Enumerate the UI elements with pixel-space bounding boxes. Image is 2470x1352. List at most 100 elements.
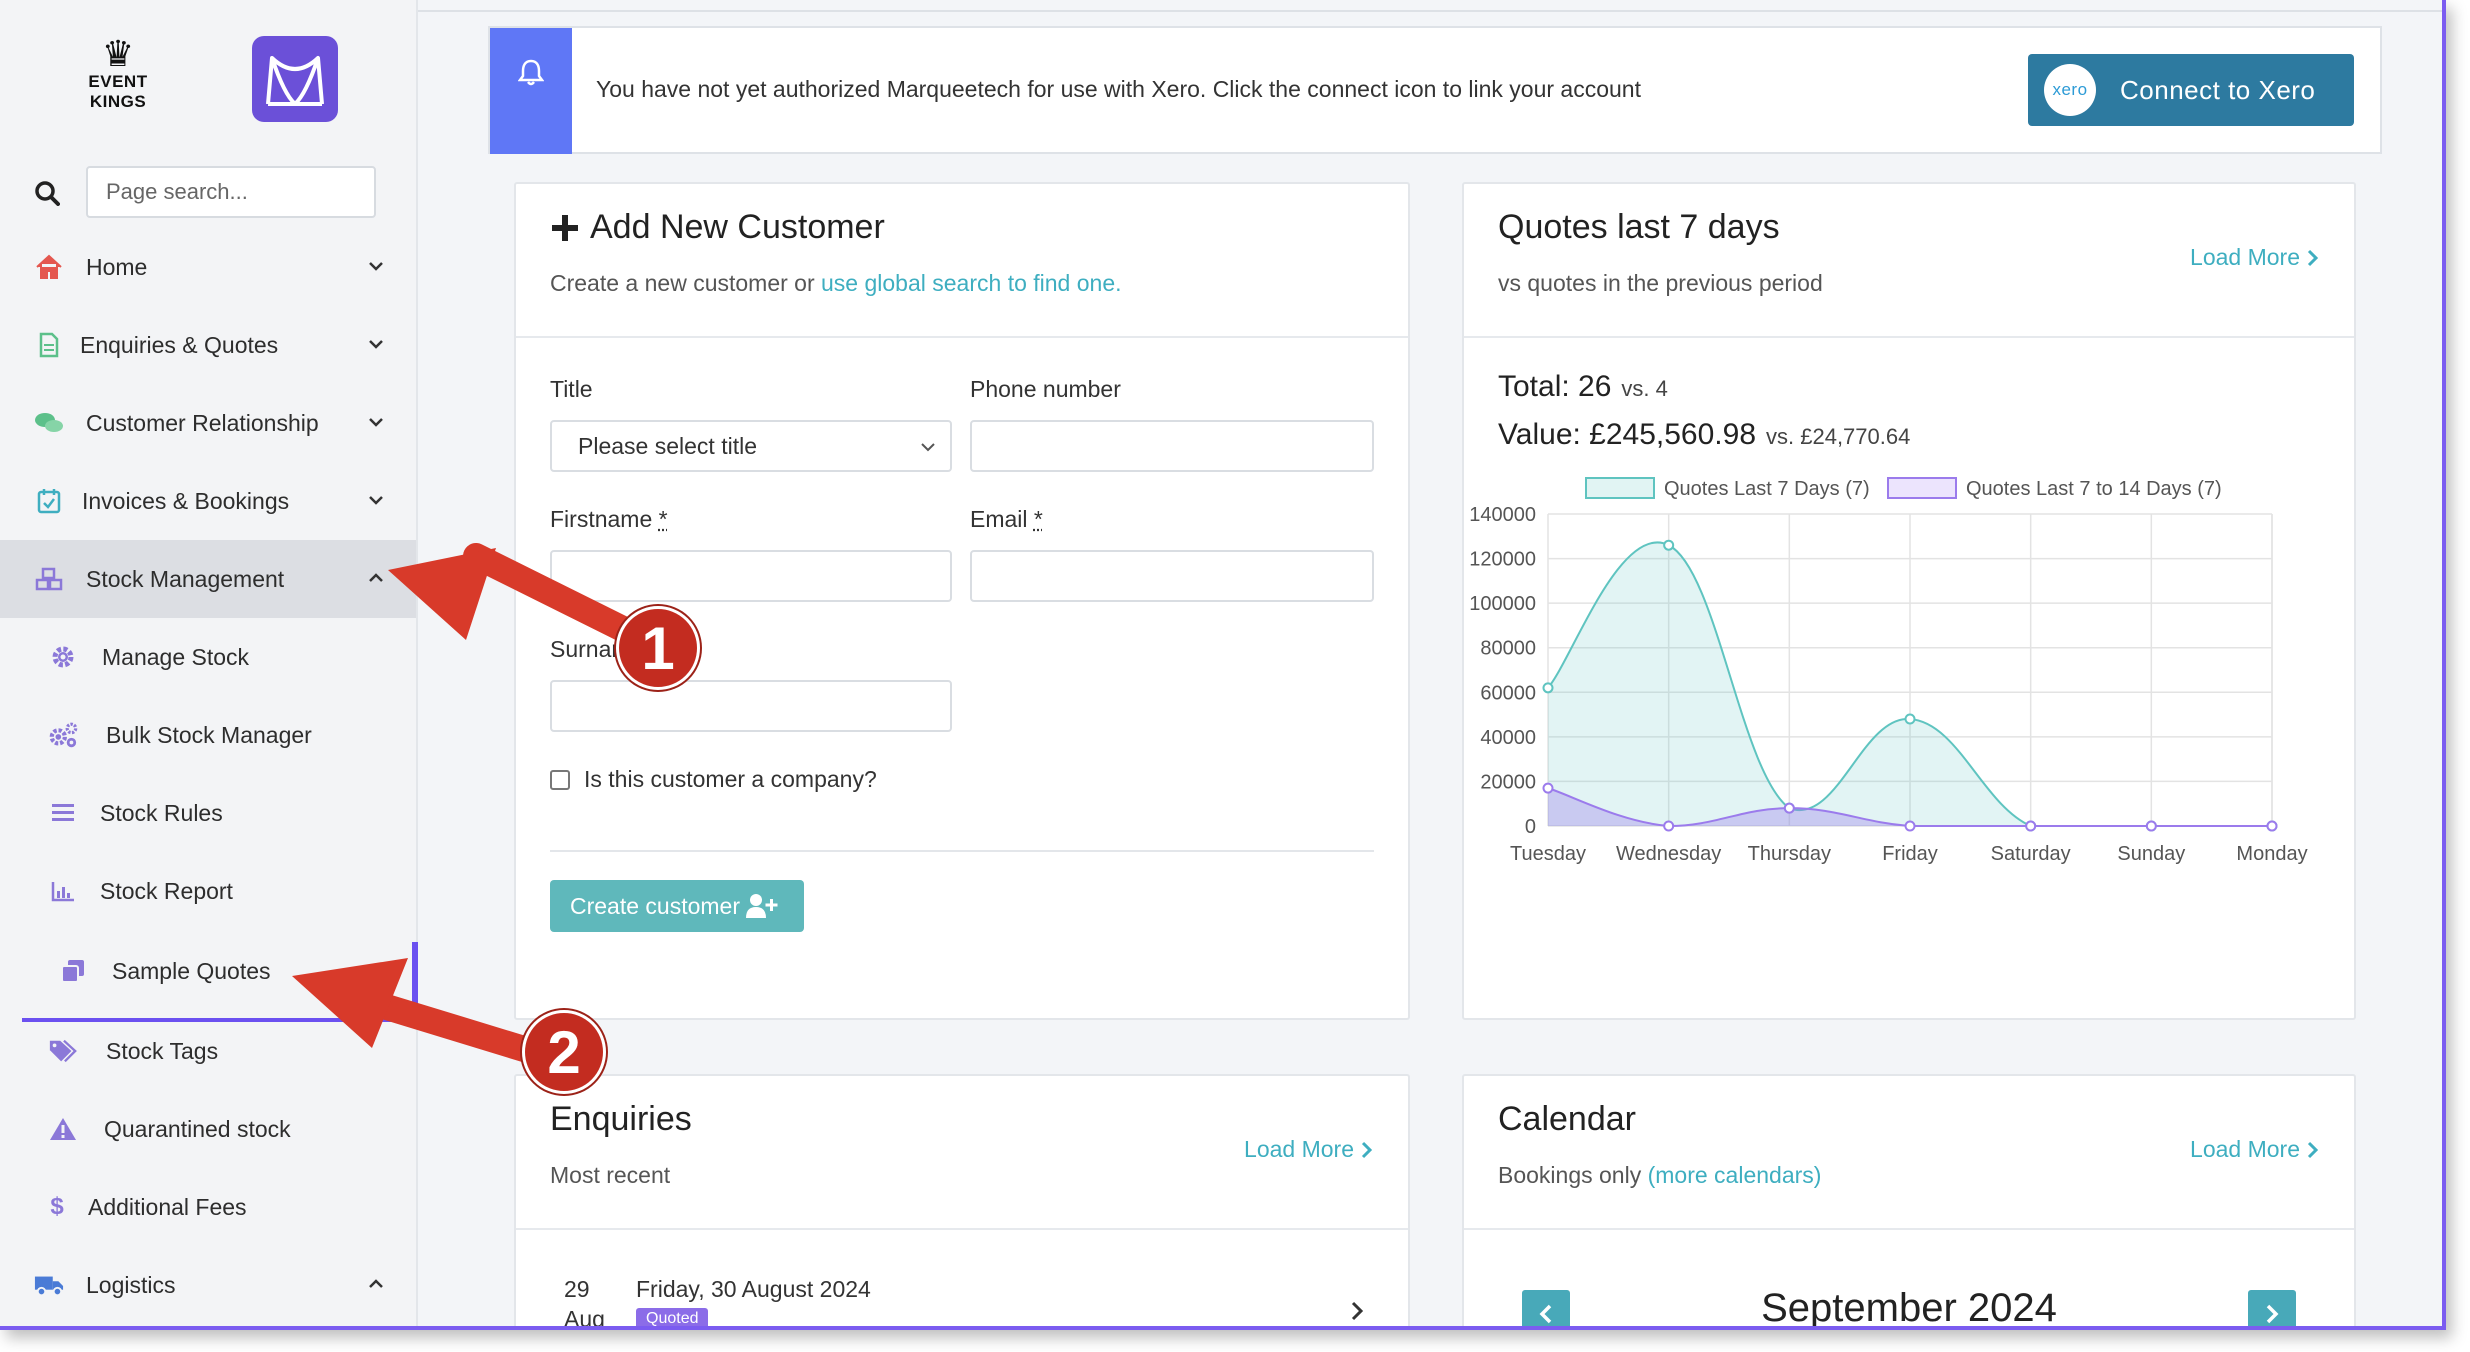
user-plus-icon (746, 894, 778, 918)
event-kings-logo[interactable]: ♛ EVENT KINGS (72, 36, 164, 122)
sidebar-item-additional-fees[interactable]: $ Additional Fees (0, 1168, 416, 1246)
sidebar-item-stock-management[interactable]: Stock Management (0, 540, 416, 618)
quotes-load-more[interactable]: Load More (2190, 244, 2320, 271)
company-checkbox[interactable] (550, 770, 570, 790)
app-window: ♛ EVENT KINGS Home (0, 0, 2446, 1330)
create-customer-button[interactable]: Create customer (550, 880, 804, 932)
sidebar-item-label: Enquiries & Quotes (80, 331, 279, 358)
bell-icon (518, 59, 544, 86)
x-tick-label: Wednesday (1616, 843, 1721, 865)
quotes-header: Quotes last 7 days vs quotes in the prev… (1464, 184, 2354, 338)
marquee-tent-icon[interactable] (252, 36, 338, 122)
y-tick-label: 60000 (1480, 682, 1536, 704)
quotes-total: Total: 26 vs. 4 (1498, 370, 1668, 404)
title-label: Title (550, 376, 593, 402)
plus-icon (552, 214, 578, 241)
firstname-label: Firstname * (550, 506, 668, 533)
annotation-badge-2: 2 (522, 1010, 606, 1094)
add-customer-title-text: Add New Customer (590, 208, 885, 246)
data-point (2266, 820, 2278, 832)
enquiries-card: Enquiries Most recent Load More 29 Aug F… (514, 1074, 1410, 1330)
more-calendars-link[interactable]: (more calendars) (1648, 1162, 1822, 1188)
highlight-edge (412, 942, 418, 1020)
alert-icon-block (490, 28, 572, 154)
chevron-right-icon (2307, 249, 2319, 266)
calendar-check-icon (34, 486, 64, 516)
load-more-label: Load More (1244, 1136, 1354, 1162)
required-mark: * (658, 506, 668, 532)
title-select[interactable]: Please select title (550, 420, 952, 472)
y-tick-label: 100000 (1469, 593, 1536, 615)
data-point (1663, 820, 1675, 832)
x-tick-label: Monday (2236, 843, 2307, 865)
enquiries-subtitle: Most recent (550, 1162, 671, 1188)
sidebar-item-bulk-stock-manager[interactable]: Bulk Stock Manager (0, 696, 416, 774)
page-search-input[interactable] (86, 166, 376, 218)
sidebar-item-logistics[interactable]: Logistics (0, 1246, 416, 1324)
y-tick-label: 120000 (1469, 549, 1536, 571)
sidebar-item-label: Sample Quotes (112, 957, 271, 984)
sidebar-item-label: Home (86, 253, 148, 280)
sidebar-item-stock-rules[interactable]: Stock Rules (0, 774, 416, 852)
data-point (1783, 802, 1795, 814)
sidebar-item-stock-report[interactable]: Stock Report (0, 852, 416, 930)
enquiry-month: Aug (564, 1306, 605, 1330)
add-customer-card: Add New Customer Create a new customer o… (514, 182, 1410, 1020)
subtitle-prefix: Create a new customer or (550, 270, 822, 296)
sidebar-item-home[interactable]: Home (0, 228, 416, 306)
chevron-right-icon (2307, 1141, 2319, 1158)
enquiries-load-more[interactable]: Load More (1244, 1136, 1374, 1163)
sidebar-item-invoices[interactable]: Invoices & Bookings (0, 462, 416, 540)
sidebar-item-customer-relationship[interactable]: Customer Relationship (0, 384, 416, 462)
sidebar-item-enquiries[interactable]: Enquiries & Quotes (0, 306, 416, 384)
global-search-link[interactable]: use global search to find one. (821, 270, 1121, 296)
calendar-header: Calendar Bookings only (more calendars) … (1464, 1076, 2354, 1230)
home-icon (34, 252, 64, 282)
quotes-area-chart: 140000 120000 100000 80000 60000 40000 20000 0 T… (1469, 477, 2308, 865)
copy-icon (58, 956, 88, 986)
connect-to-xero-button[interactable]: xero Connect to Xero (2028, 54, 2354, 126)
email-input[interactable] (970, 550, 1374, 602)
sidebar-item-sample-quotes[interactable]: Sample Quotes (0, 932, 416, 1010)
dollar-icon: $ (50, 1193, 64, 1220)
add-customer-subtitle: Create a new customer or use global sear… (550, 270, 1122, 297)
y-tick-label: 40000 (1480, 727, 1536, 749)
calendar-next-button[interactable] (2248, 1290, 2296, 1326)
enquiry-list-item[interactable]: 29 Aug Friday, 30 August 2024 Quoted (516, 1266, 1408, 1330)
sidebar-item-manage-stock[interactable]: Manage Stock (0, 618, 416, 696)
data-point (2145, 820, 2157, 832)
quotes-card: Quotes last 7 days vs quotes in the prev… (1462, 182, 2356, 1020)
chevron-right-icon (2266, 1304, 2279, 1324)
surname-input[interactable] (550, 680, 952, 732)
add-customer-title: Add New Customer (550, 208, 885, 247)
calendar-load-more[interactable]: Load More (2190, 1136, 2320, 1163)
x-tick-label: Saturday (1991, 843, 2071, 865)
company-checkbox-label: Is this customer a company? (584, 766, 877, 792)
sidebar-item-label: Bulk Stock Manager (106, 721, 312, 748)
sidebar-item-label: Quarantined stock (104, 1115, 291, 1142)
email-label-text: Email (970, 506, 1028, 532)
gear-icon (48, 642, 78, 672)
sidebar-item-quarantined-stock[interactable]: Quarantined stock (0, 1090, 416, 1168)
sidebar-item-label: Invoices & Bookings (82, 487, 290, 514)
form-divider (550, 850, 1374, 852)
sidebar-item-stock-tags[interactable]: Stock Tags (0, 1012, 416, 1090)
data-point (2025, 820, 2037, 832)
truck-icon (34, 1270, 64, 1300)
enquiry-status-badge: Quoted (636, 1308, 709, 1326)
document-icon (34, 330, 64, 360)
phone-input[interactable] (970, 420, 1374, 472)
y-tick-label: 80000 (1480, 638, 1536, 660)
x-tick-label: Sunday (2117, 843, 2185, 865)
y-tick-label: 140000 (1469, 504, 1536, 526)
boxes-icon (34, 564, 64, 594)
annotation-badge-1: 1 (616, 606, 700, 690)
sidebar: ♛ EVENT KINGS Home (0, 0, 418, 1326)
firstname-input[interactable] (550, 550, 952, 602)
value-compare: vs. £24,770.64 (1766, 424, 1911, 449)
value-amount: Value: £245,560.98 (1498, 418, 1757, 451)
chevron-down-icon (369, 262, 383, 271)
x-tick-label: Friday (1882, 843, 1938, 865)
sidebar-item-label: Stock Management (86, 565, 285, 592)
legend-label: Quotes Last 7 Days (7) (1664, 478, 1870, 500)
